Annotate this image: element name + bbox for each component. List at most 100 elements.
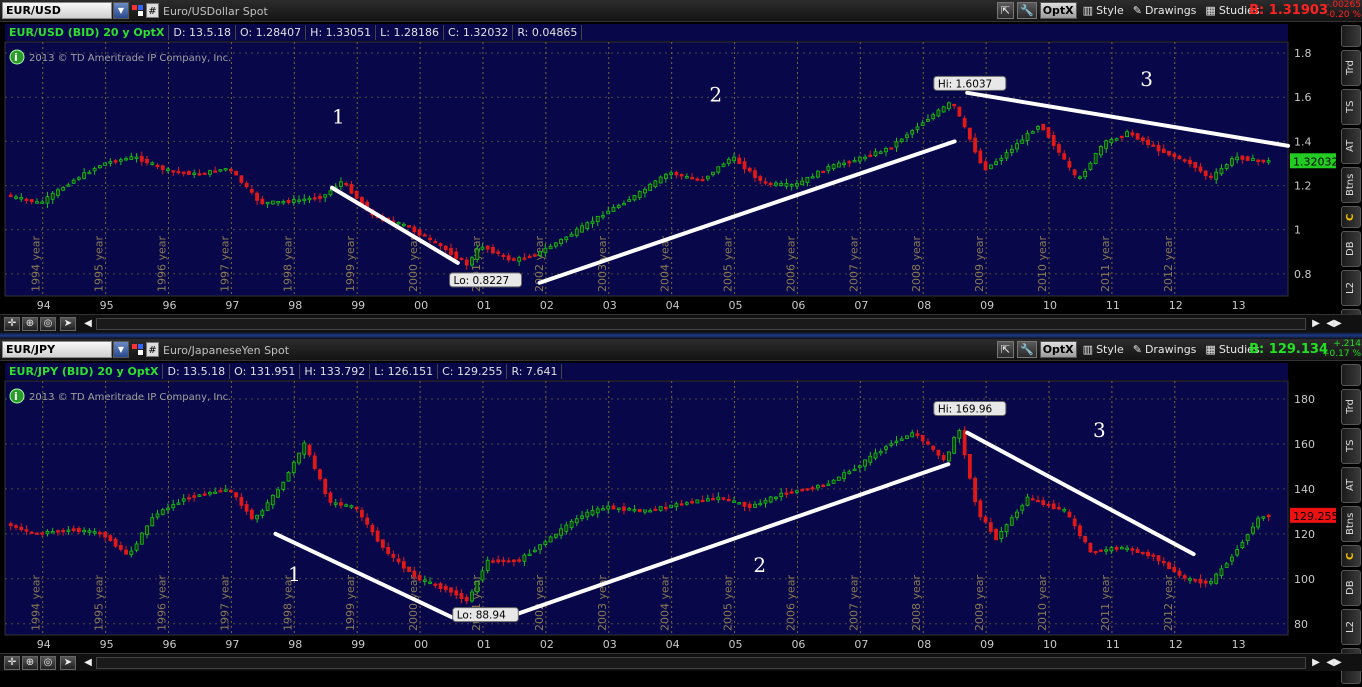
candle-body — [176, 502, 181, 505]
symbol-dropdown-icon[interactable]: ▼ — [113, 2, 129, 19]
panel-divider[interactable] — [0, 332, 1362, 339]
style-button[interactable]: ▥ Style — [1080, 341, 1127, 358]
candle-body — [1030, 498, 1035, 501]
link-icon[interactable] — [132, 344, 143, 355]
candle-body — [208, 492, 212, 495]
y-tick-label: 180 — [1294, 393, 1315, 406]
x-tick-label: 10 — [1043, 638, 1057, 651]
zoom-fit-icon[interactable]: ◀▶ — [1324, 317, 1344, 331]
y-tick-label: 120 — [1294, 528, 1315, 541]
sidebar-button-trd[interactable]: Trd — [1341, 50, 1361, 86]
scroll-right-icon[interactable]: ▶ — [1306, 656, 1326, 670]
candle-body — [978, 150, 983, 164]
sidebar-button-btns[interactable]: Btns — [1341, 167, 1361, 203]
sidebar-button-db[interactable]: DB — [1341, 231, 1361, 267]
crosshair-icon[interactable]: ✛ — [4, 317, 20, 331]
drawings-button[interactable]: ✎ Drawings — [1130, 341, 1200, 358]
symbol-dropdown-icon[interactable]: ▼ — [113, 341, 129, 358]
sidebar-button-btns[interactable]: Btns — [1341, 506, 1361, 542]
link-icon[interactable] — [132, 5, 143, 16]
sidebar-button-l2[interactable]: L2 — [1341, 270, 1361, 306]
candle-body — [1015, 143, 1019, 150]
sidebar-button-c[interactable]: C — [1341, 206, 1361, 228]
candle-body — [1036, 126, 1040, 130]
year-marker-label: 2004 year — [659, 574, 672, 631]
studies-icon: ▦ — [1205, 343, 1216, 356]
candle-body — [1156, 144, 1161, 152]
zoom-fit-icon[interactable]: ◀▶ — [1324, 656, 1344, 670]
hash-button[interactable]: # — [146, 342, 159, 357]
sidebar-button-l2[interactable]: L2 — [1341, 609, 1361, 645]
optx-button[interactable]: OptX — [1039, 2, 1077, 19]
candle-body — [45, 196, 50, 204]
pointer-tool-icon[interactable]: ⇱ — [997, 2, 1014, 19]
sidebar-button-at[interactable]: AT — [1341, 128, 1361, 164]
candle-body — [318, 195, 322, 199]
symbol-input[interactable]: EUR/USD — [2, 2, 112, 19]
style-button[interactable]: ▥ Style — [1080, 2, 1127, 19]
plot-background — [4, 41, 1289, 297]
candle-body — [952, 437, 957, 454]
optx-button[interactable]: OptX — [1039, 341, 1077, 358]
candle-body — [360, 509, 364, 518]
candle-body — [1104, 140, 1109, 149]
candle-body — [239, 175, 244, 183]
scroll-right-icon[interactable]: ▶ — [1306, 317, 1326, 331]
wrench-icon[interactable]: 🔧 — [1017, 341, 1037, 358]
year-marker-label: 1998 year — [281, 235, 294, 292]
candle-body — [422, 579, 427, 582]
price-chart[interactable]: 801001201401601801994 year 1995 year 1996 … — [0, 361, 1340, 653]
candle-body — [35, 201, 39, 204]
year-marker-label: 1995 year — [93, 235, 106, 292]
candle-body — [97, 165, 102, 169]
sidebar-button-ts[interactable]: TS — [1341, 89, 1361, 125]
candle-body — [485, 559, 490, 571]
candle-body — [286, 199, 291, 203]
candle-body — [255, 192, 259, 201]
pan-icon[interactable]: ◎ — [40, 656, 56, 670]
crosshair-icon[interactable]: ✛ — [4, 656, 20, 670]
candle-body — [506, 560, 511, 563]
horizontal-scrollbar[interactable] — [96, 318, 1306, 330]
horizontal-scrollbar[interactable] — [96, 657, 1306, 669]
wrench-icon[interactable]: 🔧 — [1017, 2, 1037, 19]
candle-body — [475, 581, 480, 593]
pan-icon[interactable]: ◎ — [40, 317, 56, 331]
pointer-tool-icon[interactable]: ⇱ — [997, 341, 1014, 358]
sidebar-button-db[interactable]: DB — [1341, 570, 1361, 606]
candle-body — [585, 222, 590, 229]
price-chart[interactable]: 0.8 1 1.2 1.4 1.6 1.8 1994 year 1995 year 1996 y… — [0, 22, 1340, 314]
sidebar-button-trd[interactable]: Trd — [1341, 389, 1361, 425]
candle-body — [669, 172, 674, 176]
candle-body — [1235, 156, 1240, 161]
hash-button[interactable]: # — [146, 3, 159, 18]
candle-body — [56, 189, 60, 196]
zoom-in-icon[interactable]: ⊕ — [22, 656, 38, 670]
candle-body — [265, 201, 270, 205]
candle-body — [40, 532, 45, 535]
zoom-in-icon[interactable]: ⊕ — [22, 317, 38, 331]
drawings-button[interactable]: ✎ Drawings — [1130, 2, 1200, 19]
candle-body — [1072, 518, 1077, 527]
candle-body — [433, 583, 438, 586]
sidebar-collapse-button[interactable] — [1341, 364, 1361, 386]
scroll-left-icon[interactable]: ◀ — [78, 656, 98, 670]
candle-body — [705, 498, 710, 502]
scroll-left-icon[interactable]: ◀ — [78, 317, 98, 331]
cursor-icon[interactable]: ➤ — [60, 317, 76, 331]
candle-body — [931, 445, 936, 450]
sidebar-button-c[interactable]: C — [1341, 545, 1361, 567]
sidebar-button-ts[interactable]: TS — [1341, 428, 1361, 464]
candle-body — [606, 210, 611, 215]
sidebar-collapse-button[interactable] — [1341, 25, 1361, 47]
candle-body — [784, 492, 789, 495]
candle-body — [139, 155, 144, 162]
candle-body — [957, 106, 962, 117]
y-tick-label: 1.6 — [1294, 91, 1312, 104]
candle-body — [470, 257, 474, 266]
candle-body — [1125, 547, 1130, 550]
cursor-icon[interactable]: ➤ — [60, 656, 76, 670]
symbol-input[interactable]: EUR/JPY — [2, 341, 112, 358]
candle-body — [763, 181, 768, 184]
sidebar-button-at[interactable]: AT — [1341, 467, 1361, 503]
